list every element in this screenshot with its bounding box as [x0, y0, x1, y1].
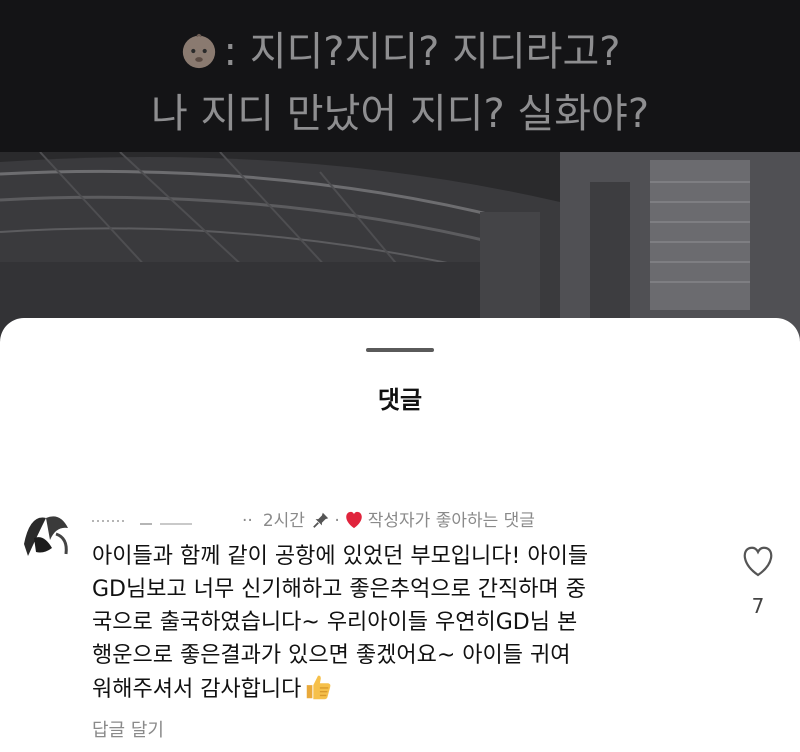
- reply-button[interactable]: 답글 달기: [92, 716, 164, 742]
- comment-line-text: 워해주셔서 감사합니다: [92, 677, 302, 702]
- drag-handle[interactable]: [366, 348, 434, 352]
- comments-sheet: 댓글 ·· 2시간 · 작성자가 좋아하는 댓글 아이들과 함께 같이 공항에 있…: [0, 318, 800, 752]
- comment-line: 국으로 출국하였습니다~ 우리아이들 우연히GD님 본: [92, 610, 578, 635]
- comment-line: GD님보고 너무 신기해하고 좋은추억으로 간직하며 중: [92, 577, 586, 602]
- comment-line: 행운으로 좋은결과가 있으면 좋겠어요~ 아이들 귀여: [92, 643, 571, 668]
- heart-icon: [345, 511, 362, 529]
- thumbs-up-icon: [307, 675, 331, 700]
- avatar-image: [16, 504, 78, 566]
- sheet-title: 댓글: [377, 386, 423, 414]
- comment-time: 2시간: [262, 511, 305, 531]
- baby-face-icon: [182, 33, 215, 69]
- pin-icon: [313, 512, 329, 528]
- comment-line-last: 워해주셔서 감사합니다: [92, 672, 692, 706]
- airport-scene: [0, 152, 800, 340]
- comment-text: 아이들과 함께 같이 공항에 있었던 부모입니다! 아이들 GD님보고 너무 신…: [92, 540, 692, 706]
- comment-line: 아이들과 함께 같이 공항에 있었던 부모입니다! 아이들: [92, 544, 589, 569]
- separator-dots: ··: [242, 511, 253, 531]
- caption-line-2: 나 지디 만났어 지디? 실화야?: [150, 91, 650, 137]
- username-redacted: [92, 520, 192, 525]
- caption-line-1: : 지디?지디? 지디라고?: [0, 24, 800, 80]
- caption-text-1: : 지디?지디? 지디라고?: [223, 29, 621, 75]
- like-count: 7: [751, 594, 765, 618]
- like-heart-button[interactable]: [740, 544, 776, 578]
- video-player[interactable]: : 지디?지디? 지디라고? 나 지디 만났어 지디? 실화야?: [0, 0, 800, 340]
- creator-liked-label: 작성자가 좋아하는 댓글: [367, 511, 535, 531]
- comment-meta: ·· 2시간 · 작성자가 좋아하는 댓글: [92, 506, 535, 531]
- avatar[interactable]: [16, 504, 78, 566]
